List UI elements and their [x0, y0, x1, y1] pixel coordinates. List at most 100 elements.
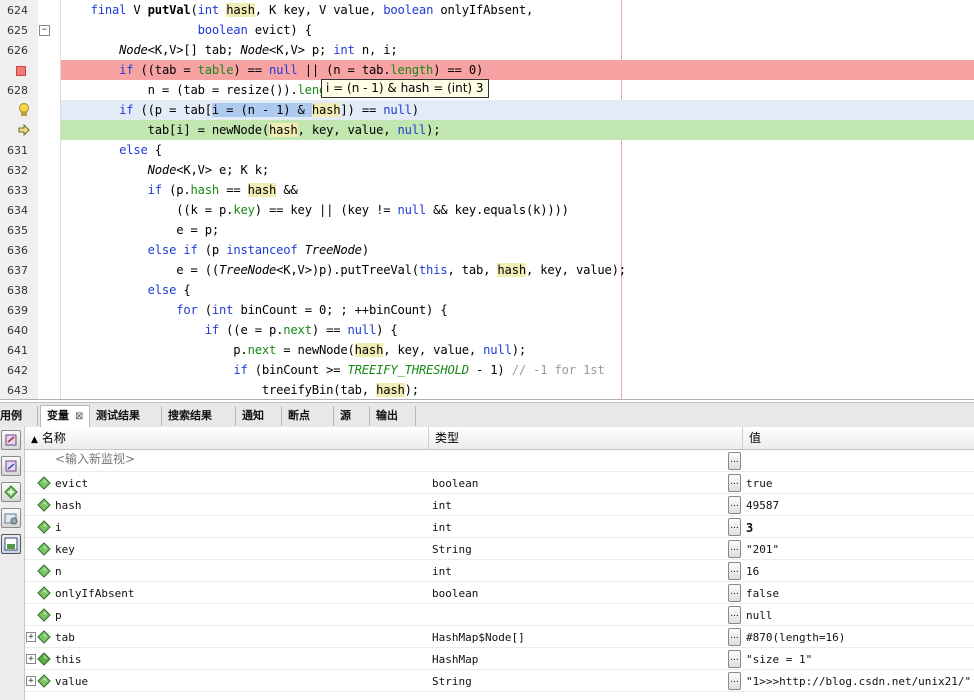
- variable-row[interactable]: evict boolean... true: [25, 472, 974, 494]
- variable-type: String: [432, 543, 472, 556]
- variable-value[interactable]: #870(length=16): [746, 626, 845, 648]
- value-edit-button[interactable]: ...: [728, 496, 741, 514]
- value-edit-button[interactable]: ...: [728, 518, 741, 536]
- expand-icon[interactable]: +: [26, 632, 36, 642]
- variable-type: int: [432, 521, 452, 534]
- variable-value[interactable]: "size = 1": [746, 648, 812, 670]
- code-text: n = (tab = resize()).length;: [62, 83, 348, 97]
- variable-value[interactable]: 49587: [746, 494, 779, 516]
- code-line-breakpoint[interactable]: if ((tab = table) == null || (n = tab.le…: [0, 60, 974, 80]
- tab-breakpoints[interactable]: 断点: [282, 406, 334, 426]
- code-line[interactable]: 625 − boolean evict) {: [0, 20, 974, 40]
- variable-value[interactable]: 16: [746, 560, 759, 582]
- expand-icon[interactable]: +: [26, 654, 36, 664]
- code-line[interactable]: 635 e = p;: [0, 220, 974, 240]
- code-line[interactable]: 632 Node<K,V> e; K k;: [0, 160, 974, 180]
- line-number: 631: [7, 144, 28, 157]
- variable-diamond-icon: [37, 586, 51, 600]
- variable-row[interactable]: n int... 16: [25, 560, 974, 582]
- fold-collapse-icon[interactable]: −: [39, 25, 50, 36]
- tab-output[interactable]: 输出: [370, 406, 416, 426]
- code-line[interactable]: 634 ((k = p.key) == key || (key != null …: [0, 200, 974, 220]
- code-text: else {: [119, 143, 162, 157]
- code-line[interactable]: 642 if (binCount >= TREEIFY_THRESHOLD - …: [0, 360, 974, 380]
- variable-row[interactable]: key String... "201": [25, 538, 974, 560]
- tab-notifications[interactable]: 通知: [236, 406, 282, 426]
- code-line[interactable]: if ((p = tab[i = (n - 1) & hash]) == nul…: [0, 100, 974, 120]
- tab-search-results[interactable]: 搜索结果: [162, 406, 236, 426]
- variable-diamond-icon: [37, 520, 51, 534]
- tab-usages[interactable]: 用例: [0, 406, 38, 426]
- tab-test-results[interactable]: 测试结果: [90, 406, 162, 426]
- variable-value[interactable]: true: [746, 472, 773, 494]
- value-edit-button[interactable]: ...: [728, 672, 741, 690]
- code-text: p.next = newNode(hash, key, value, null)…: [62, 343, 526, 357]
- code-text: else if (p instanceof TreeNode): [147, 243, 369, 257]
- code-line[interactable]: 633 if (p.hash == hash &&: [0, 180, 974, 200]
- code-line[interactable]: 641 p.next = newNode(hash, key, value, n…: [0, 340, 974, 360]
- variable-value[interactable]: false: [746, 582, 779, 604]
- code-line[interactable]: 631 else {: [0, 140, 974, 160]
- code-line[interactable]: 637 e = ((TreeNode<K,V>)p).putTreeVal(th…: [0, 260, 974, 280]
- lightbulb-icon[interactable]: [18, 103, 30, 117]
- tab-variables[interactable]: 变量 ⊠: [40, 405, 90, 427]
- value-edit-button[interactable]: ...: [728, 584, 741, 602]
- code-line[interactable]: 639 for (int binCount = 0; ; ++binCount)…: [0, 300, 974, 320]
- variable-value[interactable]: "201": [746, 538, 779, 560]
- column-header-name[interactable]: ▲ 名称: [25, 427, 429, 449]
- variable-row[interactable]: p... null: [25, 604, 974, 626]
- value-edit-button[interactable]: ...: [728, 628, 741, 646]
- value-edit-button[interactable]: ...: [728, 562, 741, 580]
- variable-type: HashMap$Node[]: [432, 631, 525, 644]
- line-number: 638: [7, 284, 28, 297]
- code-text: Node<K,V> e; K k;: [147, 163, 270, 177]
- code-text: for (int binCount = 0; ; ++binCount) {: [176, 303, 448, 317]
- variable-row[interactable]: + tab HashMap$Node[]... #870(length=16): [25, 626, 974, 648]
- code-text: if ((e = p.next) == null) {: [204, 323, 398, 337]
- variable-row[interactable]: hash int... 49587: [25, 494, 974, 516]
- variables-view-icon[interactable]: [1, 534, 21, 554]
- variable-value[interactable]: "1>>>http://blog.csdn.net/unix21/": [746, 670, 971, 692]
- code-line[interactable]: 640 if ((e = p.next) == null) {: [0, 320, 974, 340]
- variable-row[interactable]: onlyIfAbsent boolean... false: [25, 582, 974, 604]
- sort-up-icon: ▲: [31, 435, 38, 445]
- close-icon[interactable]: ⊠: [75, 411, 83, 422]
- code-line[interactable]: 636 else if (p instanceof TreeNode): [0, 240, 974, 260]
- settings-icon[interactable]: [1, 508, 21, 528]
- variable-row[interactable]: + this HashMap... "size = 1": [25, 648, 974, 670]
- value-edit-button[interactable]: ...: [728, 606, 741, 624]
- variable-row[interactable]: + value String... "1>>>http://blog.csdn.net…: [25, 670, 974, 692]
- new-watch-icon[interactable]: [1, 482, 21, 502]
- value-edit-button[interactable]: ...: [728, 452, 741, 470]
- code-text: if ((p = tab[i = (n - 1) & hash]) == nul…: [119, 103, 419, 117]
- breakpoint-icon[interactable]: [16, 66, 26, 76]
- code-line[interactable]: 643 treeifyBin(tab, hash);: [0, 380, 974, 400]
- variable-type: HashMap: [432, 653, 479, 666]
- code-line-current[interactable]: tab[i] = newNode(hash, key, value, null)…: [0, 120, 974, 140]
- line-number: 626: [7, 44, 28, 57]
- column-header-type[interactable]: 类型: [429, 427, 743, 449]
- expand-icon[interactable]: +: [26, 676, 36, 686]
- code-line[interactable]: 638 else {: [0, 280, 974, 300]
- new-watch-placeholder[interactable]: <输入新监视>: [55, 450, 135, 467]
- code-line[interactable]: 626 Node<K,V>[] tab; Node<K,V> p; int n,…: [0, 40, 974, 60]
- watch-edit-icon[interactable]: [1, 456, 21, 476]
- code-line[interactable]: 624 final V putVal(int hash, K key, V va…: [0, 0, 974, 20]
- watch-add-icon[interactable]: [1, 430, 21, 450]
- variable-row[interactable]: i int... 3: [25, 516, 974, 538]
- variable-diamond-icon: [37, 542, 51, 556]
- tab-label: 断点: [288, 409, 310, 422]
- header-label: 值: [749, 431, 762, 445]
- variable-tooltip: i = (n - 1) & hash = (int) 3: [321, 79, 489, 98]
- value-edit-button[interactable]: ...: [728, 650, 741, 668]
- value-edit-button[interactable]: ...: [728, 540, 741, 558]
- column-header-value[interactable]: 值: [743, 427, 974, 449]
- tab-sources[interactable]: 源: [334, 406, 370, 426]
- value-edit-button[interactable]: ...: [728, 474, 741, 492]
- table-header: ▲ 名称 类型 值: [25, 427, 974, 450]
- code-editor[interactable]: 624 final V putVal(int hash, K key, V va…: [0, 0, 974, 400]
- variable-value[interactable]: null: [746, 604, 773, 626]
- line-number: 633: [7, 184, 28, 197]
- new-watch-row[interactable]: <输入新监视>...: [25, 450, 974, 472]
- variable-value[interactable]: 3: [746, 516, 753, 538]
